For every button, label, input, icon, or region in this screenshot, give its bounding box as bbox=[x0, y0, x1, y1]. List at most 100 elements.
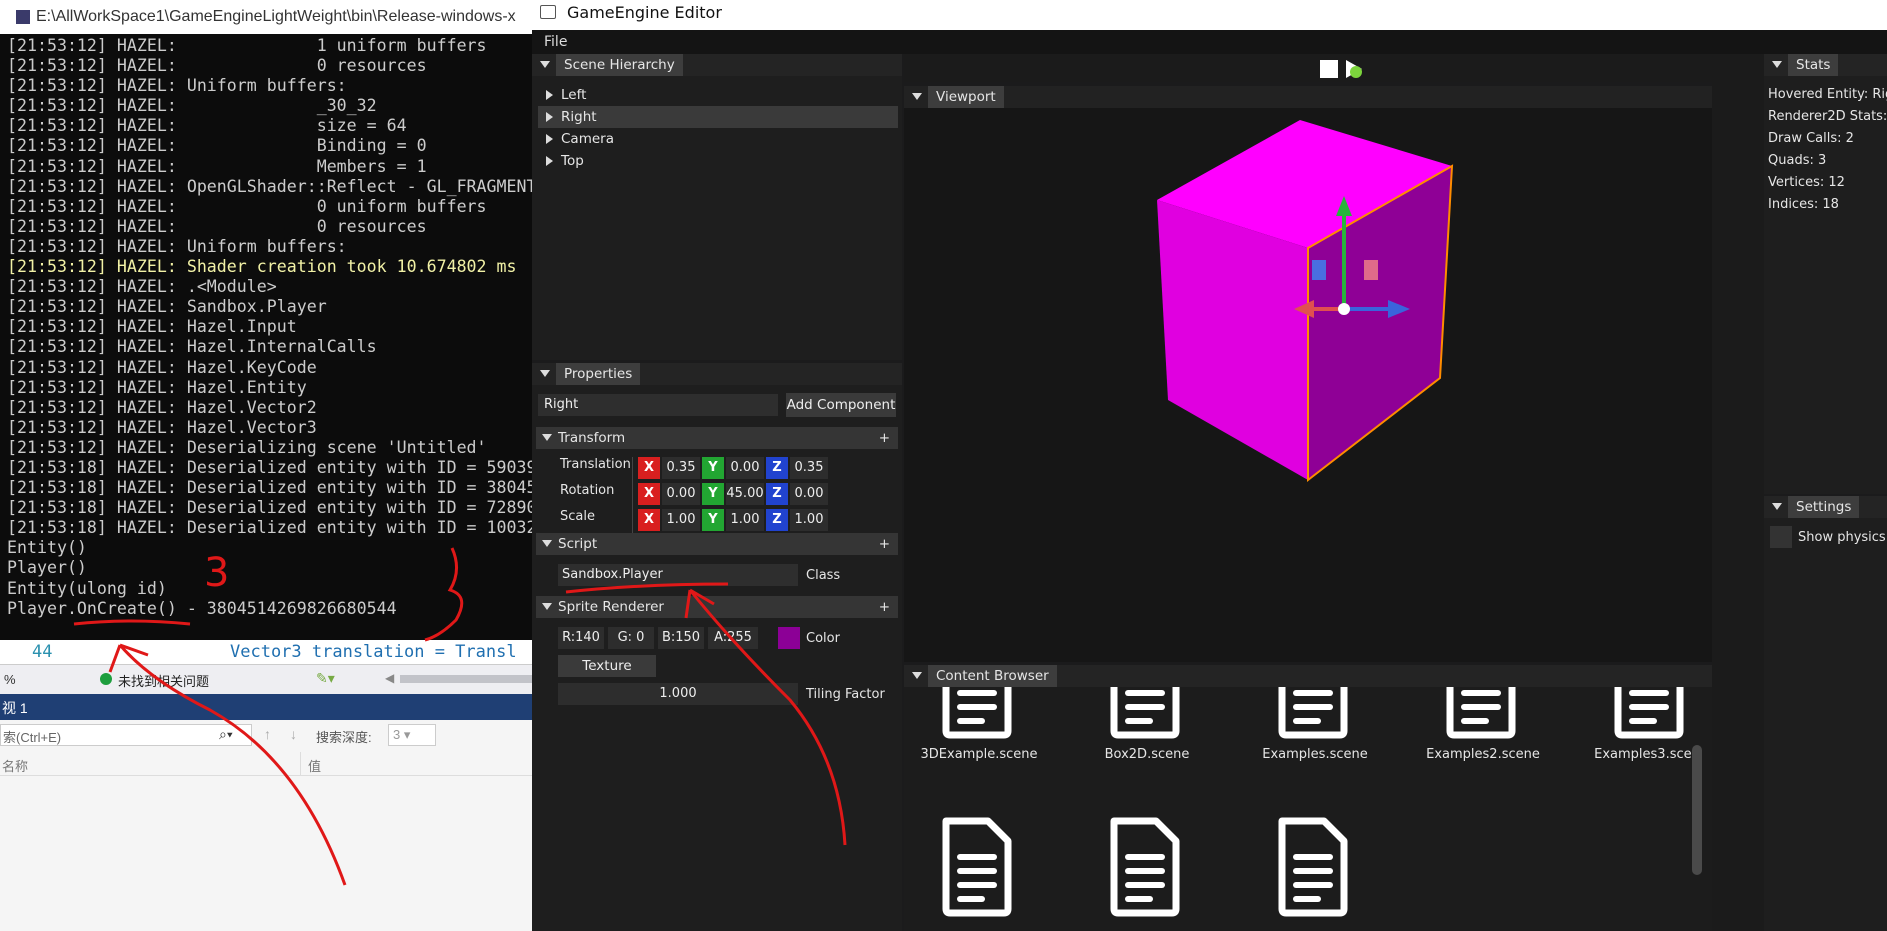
document-icon[interactable] bbox=[936, 687, 1016, 739]
content-item[interactable] bbox=[904, 817, 1054, 927]
sprite-settings-button[interactable]: + bbox=[879, 596, 890, 618]
y-reset-button[interactable]: Y bbox=[702, 483, 724, 505]
viewport-tab[interactable]: Viewport bbox=[928, 86, 1004, 108]
content-item[interactable] bbox=[1072, 817, 1222, 927]
x-reset-button[interactable]: X bbox=[638, 457, 660, 479]
scroll-left-icon[interactable]: ◀ bbox=[385, 671, 394, 685]
console-title-bar[interactable]: E:\AllWorkSpace1\GameEngineLightWeight\b… bbox=[0, 0, 532, 34]
horizontal-scrollbar[interactable] bbox=[400, 675, 532, 683]
simulate-button[interactable] bbox=[1342, 58, 1364, 80]
color-label: Color bbox=[806, 631, 840, 646]
panel-menu-icon[interactable] bbox=[540, 61, 550, 68]
y-value-field[interactable]: 45.00 bbox=[726, 483, 764, 505]
x-value-field[interactable]: 1.00 bbox=[662, 509, 700, 531]
document-icon[interactable] bbox=[1608, 687, 1688, 739]
z-reset-button[interactable]: Z bbox=[766, 509, 788, 531]
content-item[interactable]: Box2D.scene bbox=[1072, 687, 1222, 799]
editor-title: GameEngine Editor bbox=[567, 3, 722, 22]
x-reset-button[interactable]: X bbox=[638, 509, 660, 531]
brush-icon[interactable]: ✎▾ bbox=[316, 670, 335, 687]
document-icon[interactable] bbox=[1440, 687, 1520, 739]
z-value-field[interactable]: 0.35 bbox=[790, 457, 828, 479]
console-line: [21:53:12] HAZEL: Members = 1 bbox=[7, 156, 427, 176]
color-swatch[interactable] bbox=[778, 627, 800, 649]
col-name[interactable]: 名称 bbox=[2, 756, 28, 775]
y-value-field[interactable]: 0.00 bbox=[726, 457, 764, 479]
z-reset-button[interactable]: Z bbox=[766, 483, 788, 505]
transform-row-translation: Translation X 0.35 Y 0.00 Z 0.35 bbox=[532, 457, 902, 483]
viewport-tab-bar: Viewport bbox=[904, 86, 1712, 108]
transform-header[interactable]: Transform + bbox=[536, 427, 898, 449]
script-settings-button[interactable]: + bbox=[879, 533, 890, 555]
color-r-field[interactable]: R:140 bbox=[558, 627, 604, 649]
content-item[interactable]: Examples2.scene bbox=[1408, 687, 1558, 799]
panel-menu-icon[interactable] bbox=[912, 93, 922, 100]
document-icon[interactable] bbox=[1104, 687, 1184, 739]
transform-settings-button[interactable]: + bbox=[879, 427, 890, 449]
content-item[interactable]: 3DExample.scene bbox=[904, 687, 1054, 799]
viewport-canvas[interactable] bbox=[904, 108, 1712, 662]
console-line: [21:53:12] HAZEL: Hazel.Vector2 bbox=[7, 397, 317, 417]
content-item[interactable]: Examples.scene bbox=[1240, 687, 1390, 799]
expand-arrow-icon[interactable] bbox=[546, 155, 553, 166]
arrow-down-icon[interactable]: ↓ bbox=[290, 726, 297, 742]
menu-file[interactable]: File bbox=[544, 30, 567, 54]
hierarchy-item-camera[interactable]: Camera bbox=[538, 128, 898, 150]
document-icon[interactable] bbox=[1104, 817, 1184, 917]
script-class-input[interactable]: Sandbox.Player bbox=[558, 564, 798, 586]
panel-menu-icon[interactable] bbox=[1772, 503, 1782, 510]
tiling-factor-field[interactable]: 1.000 bbox=[558, 683, 798, 705]
document-icon[interactable] bbox=[936, 817, 1016, 917]
search-depth-select[interactable]: 3 ▾ bbox=[388, 724, 436, 746]
color-g-field[interactable]: G: 0 bbox=[608, 627, 654, 649]
sprite-renderer-header[interactable]: Sprite Renderer + bbox=[536, 596, 898, 618]
panel-menu-icon[interactable] bbox=[912, 672, 922, 679]
entity-name-input[interactable]: Right bbox=[538, 394, 778, 416]
content-scrollbar[interactable] bbox=[1692, 745, 1702, 875]
editor-title-bar[interactable]: GameEngine Editor bbox=[532, 0, 1887, 30]
x-value-field[interactable]: 0.00 bbox=[662, 483, 700, 505]
add-component-button[interactable]: Add Component bbox=[786, 393, 896, 417]
script-header[interactable]: Script + bbox=[536, 533, 898, 555]
hierarchy-tab[interactable]: Scene Hierarchy bbox=[556, 54, 683, 76]
color-a-field[interactable]: A:255 bbox=[708, 627, 758, 649]
stats-tab[interactable]: Stats bbox=[1788, 54, 1839, 76]
document-icon[interactable] bbox=[1272, 687, 1352, 739]
hierarchy-item-left[interactable]: Left bbox=[538, 84, 898, 106]
zoom-level[interactable]: % bbox=[4, 672, 16, 687]
z-value-field[interactable]: 1.00 bbox=[790, 509, 828, 531]
search-input[interactable]: 索(Ctrl+E) ⌕▾ bbox=[0, 724, 252, 746]
content-item[interactable] bbox=[1240, 817, 1390, 927]
panel-menu-icon[interactable] bbox=[1772, 61, 1782, 68]
hierarchy-item-right[interactable]: Right bbox=[538, 106, 898, 128]
texture-button[interactable]: Texture bbox=[558, 655, 656, 677]
document-icon[interactable] bbox=[1272, 817, 1352, 917]
stop-button[interactable] bbox=[1320, 60, 1338, 78]
col-value[interactable]: 值 bbox=[308, 756, 321, 775]
hierarchy-item-top[interactable]: Top bbox=[538, 150, 898, 172]
content-browser-tab[interactable]: Content Browser bbox=[928, 665, 1057, 687]
settings-tab[interactable]: Settings bbox=[1788, 496, 1860, 518]
content-item[interactable]: Examples3.scene bbox=[1576, 687, 1694, 799]
x-value-field[interactable]: 0.35 bbox=[662, 457, 700, 479]
visual-studio-window: 44 Vector3 translation = Transl % 未找到相关问… bbox=[0, 640, 532, 931]
search-icon[interactable]: ⌕▾ bbox=[219, 726, 233, 743]
y-reset-button[interactable]: Y bbox=[702, 509, 724, 531]
panel-menu-icon[interactable] bbox=[540, 370, 550, 377]
show-physics-checkbox[interactable] bbox=[1770, 526, 1792, 548]
issues-status[interactable]: 未找到相关问题 bbox=[118, 671, 209, 690]
expand-arrow-icon[interactable] bbox=[546, 89, 553, 100]
x-reset-button[interactable]: X bbox=[638, 483, 660, 505]
expand-arrow-icon[interactable] bbox=[546, 111, 553, 122]
y-reset-button[interactable]: Y bbox=[702, 457, 724, 479]
color-b-field[interactable]: B:150 bbox=[658, 627, 704, 649]
properties-tab[interactable]: Properties bbox=[556, 363, 641, 385]
panel-gap bbox=[1712, 54, 1764, 931]
console-line: Entity() bbox=[7, 538, 87, 558]
console-line: [21:53:12] HAZEL: OpenGLShader::Reflect … bbox=[7, 176, 532, 196]
z-reset-button[interactable]: Z bbox=[766, 457, 788, 479]
z-value-field[interactable]: 0.00 bbox=[790, 483, 828, 505]
y-value-field[interactable]: 1.00 bbox=[726, 509, 764, 531]
expand-arrow-icon[interactable] bbox=[546, 133, 553, 144]
arrow-up-icon[interactable]: ↑ bbox=[264, 726, 271, 742]
